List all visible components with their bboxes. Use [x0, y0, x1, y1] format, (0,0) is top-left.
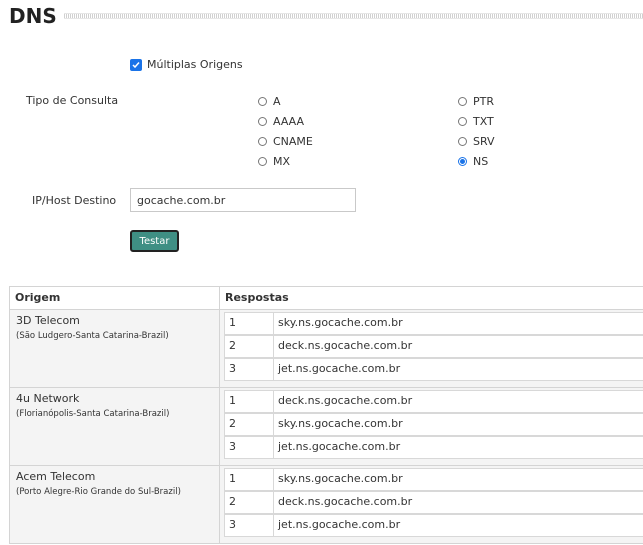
origin-location: (São Ludgero-Santa Catarina-Brazil) — [16, 331, 169, 341]
origin-name: Acem Telecom — [16, 470, 96, 483]
answer-row: 3 jet.ns.gocache.com.br — [224, 436, 643, 459]
target-host-input[interactable] — [130, 188, 356, 212]
radio-ptr[interactable]: PTR — [458, 95, 494, 108]
answer-value: deck.ns.gocache.com.br — [274, 390, 643, 413]
answer-index: 2 — [224, 491, 274, 514]
radio-label: CNAME — [273, 135, 313, 148]
answer-row: 3 jet.ns.gocache.com.br — [224, 358, 643, 381]
radio-label: SRV — [473, 135, 495, 148]
answer-row: 1 sky.ns.gocache.com.br — [224, 468, 643, 491]
radio-circle-icon[interactable] — [458, 117, 467, 126]
radio-srv[interactable]: SRV — [458, 135, 495, 148]
answer-index: 1 — [224, 468, 274, 491]
answer-value: deck.ns.gocache.com.br — [274, 491, 643, 514]
table-row: Acem Telecom (Porto Alegre-Rio Grande do… — [9, 466, 643, 544]
answer-row: 2 deck.ns.gocache.com.br — [224, 491, 643, 514]
radio-label: MX — [273, 155, 291, 168]
answer-value: jet.ns.gocache.com.br — [274, 436, 643, 459]
answer-row: 2 deck.ns.gocache.com.br — [224, 335, 643, 358]
radio-circle-icon[interactable] — [258, 117, 267, 126]
radio-mx[interactable]: MX — [258, 155, 290, 168]
origin-name: 3D Telecom — [16, 314, 80, 327]
query-type-label: Tipo de Consulta — [26, 94, 119, 107]
answer-row: 1 deck.ns.gocache.com.br — [224, 390, 643, 413]
title-divider — [64, 13, 643, 19]
answer-row: 3 jet.ns.gocache.com.br — [224, 514, 643, 537]
radio-label: A — [273, 95, 281, 108]
answers-cell: 1 sky.ns.gocache.com.br 2 deck.ns.gocach… — [220, 310, 643, 387]
multiple-origins-checkbox[interactable]: Múltiplas Origens — [130, 58, 243, 71]
origin-cell: 4u Network (Florianópolis-Santa Catarina… — [9, 388, 220, 465]
answer-index: 2 — [224, 413, 274, 436]
answer-value: sky.ns.gocache.com.br — [274, 312, 643, 335]
radio-cname[interactable]: CNAME — [258, 135, 313, 148]
table-row: 3D Telecom (São Ludgero-Santa Catarina-B… — [9, 310, 643, 388]
answer-value: jet.ns.gocache.com.br — [274, 514, 643, 537]
answer-value: sky.ns.gocache.com.br — [274, 468, 643, 491]
radio-circle-icon[interactable] — [458, 97, 467, 106]
radio-circle-icon[interactable] — [258, 157, 267, 166]
radio-circle-icon[interactable] — [458, 137, 467, 146]
answer-index: 2 — [224, 335, 274, 358]
page-title: DNS — [9, 4, 57, 28]
checkbox-checked-icon[interactable] — [130, 58, 142, 71]
radio-label: TXT — [473, 115, 494, 128]
radio-label: PTR — [473, 95, 494, 108]
results-table: Origem Respostas 3D Telecom (São Ludgero… — [9, 286, 643, 544]
origin-name: 4u Network — [16, 392, 80, 405]
test-button[interactable]: Testar — [130, 230, 179, 252]
origin-location: (Porto Alegre-Rio Grande do Sul-Brazil) — [16, 487, 181, 497]
answer-value: deck.ns.gocache.com.br — [274, 335, 643, 358]
answer-index: 3 — [224, 514, 274, 537]
answer-value: jet.ns.gocache.com.br — [274, 358, 643, 381]
origin-cell: Acem Telecom (Porto Alegre-Rio Grande do… — [9, 466, 220, 543]
answer-row: 1 sky.ns.gocache.com.br — [224, 312, 643, 335]
radio-circle-icon[interactable] — [258, 137, 267, 146]
origin-location: (Florianópolis-Santa Catarina-Brazil) — [16, 409, 170, 419]
radio-selected-icon[interactable] — [458, 157, 467, 166]
table-row: 4u Network (Florianópolis-Santa Catarina… — [9, 388, 643, 466]
answers-cell: 1 deck.ns.gocache.com.br 2 sky.ns.gocach… — [220, 388, 643, 465]
results-table-header: Origem Respostas — [9, 287, 643, 310]
answer-value: sky.ns.gocache.com.br — [274, 413, 643, 436]
answer-index: 3 — [224, 358, 274, 381]
header-answers: Respostas — [225, 291, 289, 304]
answer-index: 3 — [224, 436, 274, 459]
radio-label: NS — [473, 155, 489, 168]
radio-aaaa[interactable]: AAAA — [258, 115, 304, 128]
answers-cell: 1 sky.ns.gocache.com.br 2 deck.ns.gocach… — [220, 466, 643, 543]
radio-a[interactable]: A — [258, 95, 281, 108]
multiple-origins-label: Múltiplas Origens — [147, 58, 243, 71]
target-host-label: IP/Host Destino — [32, 194, 117, 207]
radio-circle-icon[interactable] — [258, 97, 267, 106]
radio-label: AAAA — [273, 115, 305, 128]
radio-ns[interactable]: NS — [458, 155, 488, 168]
header-origin: Origem — [9, 287, 220, 309]
answer-index: 1 — [224, 312, 274, 335]
answer-index: 1 — [224, 390, 274, 413]
origin-cell: 3D Telecom (São Ludgero-Santa Catarina-B… — [9, 310, 220, 387]
radio-txt[interactable]: TXT — [458, 115, 494, 128]
answer-row: 2 sky.ns.gocache.com.br — [224, 413, 643, 436]
